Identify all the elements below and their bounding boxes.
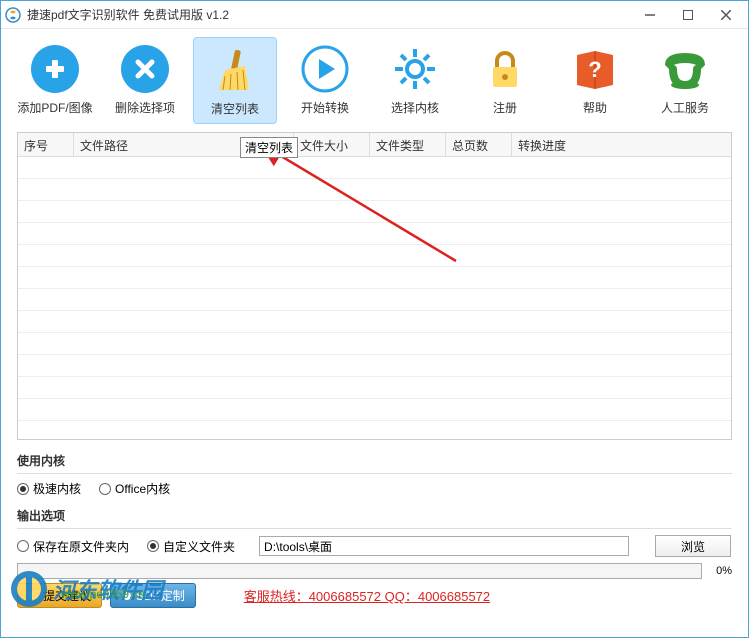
table-row: [18, 157, 731, 179]
radio-fast-kernel[interactable]: 极速内核: [17, 480, 81, 497]
output-section: 输出选项 保存在原文件夹内 自定义文件夹 浏览: [17, 503, 732, 557]
gear-icon: [391, 45, 439, 93]
table-header: 序号 文件路径 文件大小 文件类型 总页数 转换进度: [18, 133, 731, 157]
play-icon: [301, 45, 349, 93]
col-progress[interactable]: 转换进度: [512, 133, 731, 156]
x-icon: [134, 58, 156, 80]
table-row: [18, 201, 731, 223]
tooltip: 清空列表: [240, 137, 298, 158]
table-row: [18, 311, 731, 333]
table-row: [18, 179, 731, 201]
kernel-section: 使用内核 极速内核 Office内核: [17, 448, 732, 497]
help-button[interactable]: ? 帮助: [553, 37, 637, 124]
phone-icon: [661, 47, 709, 91]
col-index[interactable]: 序号: [18, 133, 74, 156]
table-row: [18, 223, 731, 245]
toolbar: 添加PDF/图像 删除选择项 清空列表 开始转换 选择内核 注册 ? 帮助 人工…: [1, 29, 748, 128]
browse-button[interactable]: 浏览: [655, 535, 731, 557]
app-icon: [5, 7, 21, 23]
help-icon: ?: [571, 45, 619, 93]
output-path-input[interactable]: [259, 536, 629, 556]
watermark-url: www.pc0359.cn: [61, 587, 145, 601]
watermark-logo-icon: [9, 569, 49, 609]
table-row: [18, 333, 731, 355]
lock-icon: [483, 47, 527, 91]
col-pages[interactable]: 总页数: [446, 133, 512, 156]
table-body: [18, 157, 731, 441]
support-button[interactable]: 人工服务: [643, 37, 727, 124]
add-pdf-button[interactable]: 添加PDF/图像: [13, 37, 97, 124]
table-row: [18, 289, 731, 311]
table-row: [18, 377, 731, 399]
kernel-title: 使用内核: [17, 448, 732, 474]
start-convert-button[interactable]: 开始转换: [283, 37, 367, 124]
radio-custom-folder[interactable]: 自定义文件夹: [147, 538, 235, 555]
radio-save-original[interactable]: 保存在原文件夹内: [17, 538, 129, 555]
svg-text:?: ?: [588, 57, 601, 82]
broom-icon: [211, 46, 259, 94]
delete-button[interactable]: 删除选择项: [103, 37, 187, 124]
col-size[interactable]: 文件大小: [294, 133, 370, 156]
table-row: [18, 245, 731, 267]
output-title: 输出选项: [17, 503, 732, 529]
window-title: 捷速pdf文字识别软件 免费试用版 v1.2: [27, 6, 640, 23]
titlebar: 捷速pdf文字识别软件 免费试用版 v1.2: [1, 1, 748, 29]
select-kernel-button[interactable]: 选择内核: [373, 37, 457, 124]
col-type[interactable]: 文件类型: [370, 133, 446, 156]
maximize-button[interactable]: [678, 5, 698, 25]
progress-percent: 0%: [708, 565, 732, 577]
hotline-text[interactable]: 客服热线：4006685572 QQ：4006685572: [244, 586, 490, 605]
file-table: 序号 文件路径 文件大小 文件类型 总页数 转换进度 清空列表: [17, 132, 732, 440]
table-row: [18, 399, 731, 421]
radio-office-kernel[interactable]: Office内核: [99, 480, 170, 497]
clear-list-button[interactable]: 清空列表: [193, 37, 277, 124]
table-row: [18, 267, 731, 289]
register-button[interactable]: 注册: [463, 37, 547, 124]
plus-icon: [42, 56, 68, 82]
window-controls: [640, 5, 744, 25]
table-row: [18, 355, 731, 377]
close-button[interactable]: [716, 5, 736, 25]
minimize-button[interactable]: [640, 5, 660, 25]
